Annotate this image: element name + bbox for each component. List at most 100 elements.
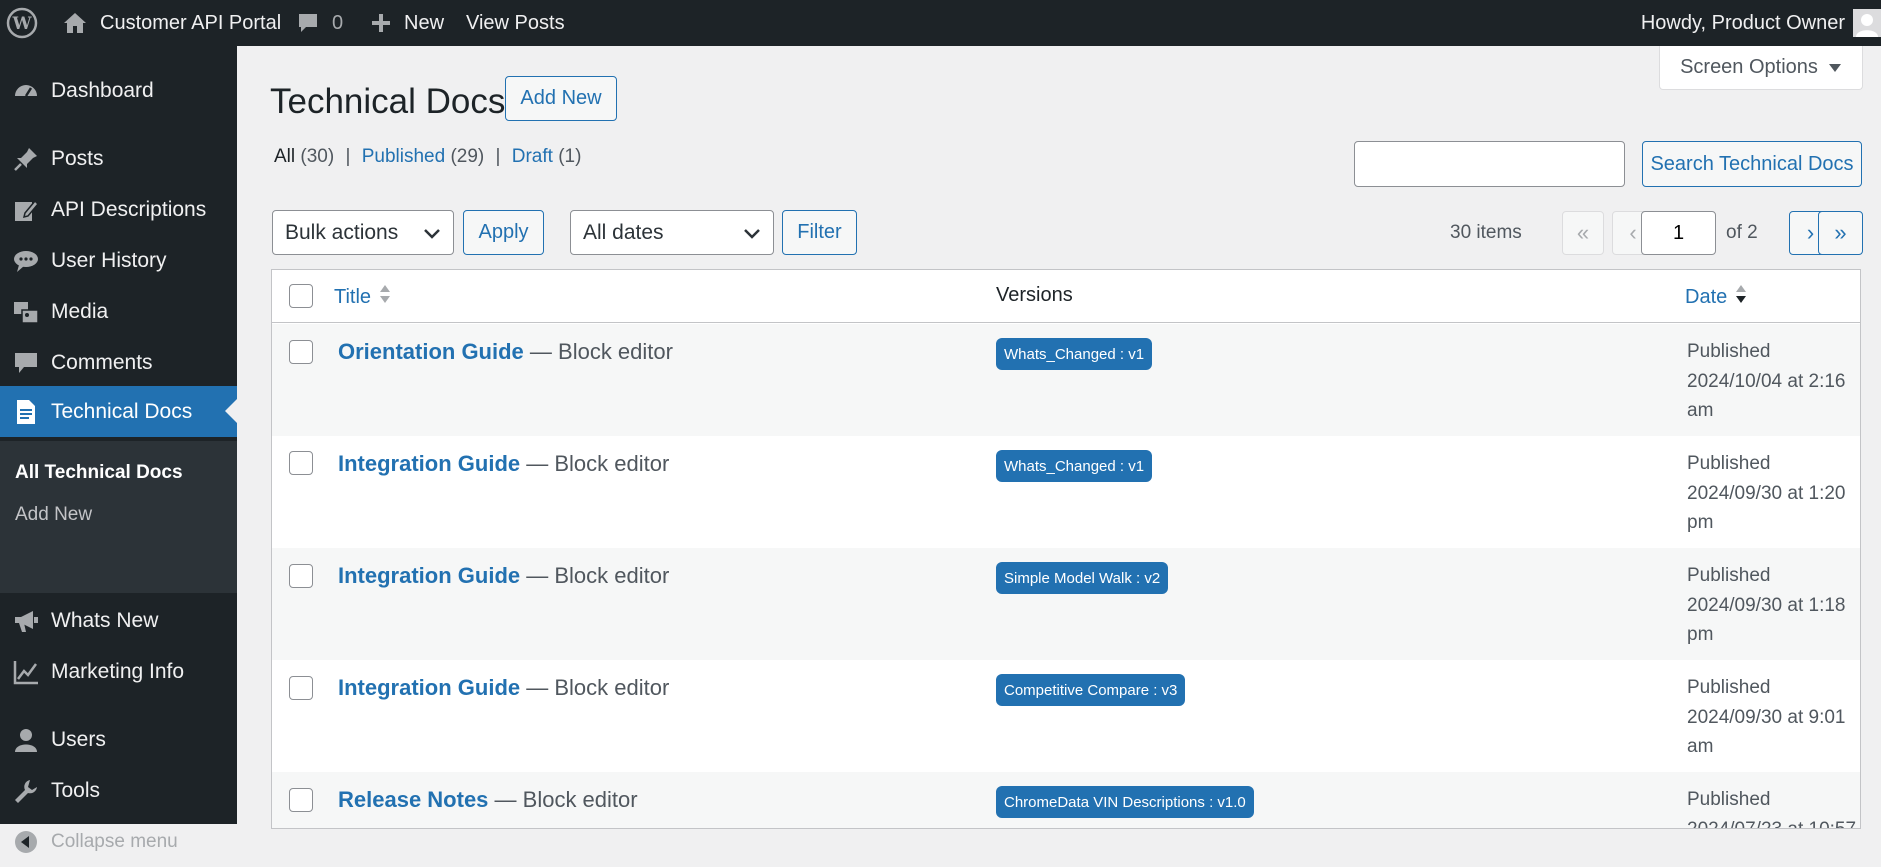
search-button[interactable]: Search Technical Docs [1642, 141, 1862, 187]
site-home-link[interactable]: Customer API Portal [62, 0, 281, 46]
title-header-label: Title [334, 285, 372, 308]
first-page-button[interactable]: « [1562, 211, 1604, 255]
column-versions-header: Versions [996, 284, 1073, 306]
table-header: Title Versions Date [272, 270, 1860, 323]
collapse-menu-label: Collapse menu [51, 830, 178, 852]
row-checkbox[interactable] [289, 340, 313, 364]
sort-icon [379, 284, 391, 310]
filter-published[interactable]: Published (29) [362, 146, 485, 167]
dates-select[interactable]: All dates [570, 210, 774, 255]
sidebar-item-comments[interactable]: Comments [0, 337, 237, 388]
apply-button[interactable]: Apply [463, 210, 544, 255]
row-date-cell: Published 2024/07/23 at 10:57 [1687, 785, 1857, 829]
view-posts-link[interactable]: View Posts [466, 0, 565, 46]
row-title-link[interactable]: Release Notes [338, 787, 488, 812]
document-icon [12, 398, 40, 426]
sidebar-item-api-descriptions[interactable]: API Descriptions [0, 184, 237, 235]
filter-button[interactable]: Filter [782, 210, 857, 255]
filter-draft[interactable]: Draft (1) [512, 146, 582, 167]
comments-link[interactable]: 0 [296, 0, 343, 46]
screen-options-button[interactable]: Screen Options [1659, 46, 1863, 90]
page-title: Technical Docs [270, 82, 506, 121]
table-row: Integration Guide — Block editor Whats_C… [272, 436, 1860, 548]
filter-separator: | [345, 146, 351, 167]
row-date-cell: Published 2024/09/30 at 1:20 pm [1687, 449, 1857, 538]
comments-icon [12, 247, 40, 275]
sidebar-item-label: Media [51, 299, 109, 323]
sidebar-item-user-history[interactable]: User History [0, 235, 237, 286]
sidebar-item-users[interactable]: Users [0, 714, 237, 765]
row-title-suffix: — Block editor [520, 675, 670, 700]
sidebar-item-label: User History [51, 248, 167, 272]
chevron-down-icon [423, 221, 441, 245]
row-status: Published [1687, 565, 1771, 586]
sidebar-item-technical-docs[interactable]: Technical Docs [0, 386, 237, 437]
caret-down-icon [1828, 56, 1842, 79]
column-date-header[interactable]: Date [1685, 284, 1747, 310]
row-title-cell: Integration Guide — Block editor [338, 563, 669, 589]
row-title-link[interactable]: Orientation Guide [338, 339, 524, 364]
dates-value: All dates [583, 220, 664, 244]
row-checkbox[interactable] [289, 676, 313, 700]
row-checkbox[interactable] [289, 788, 313, 812]
account-menu[interactable]: Howdy, Product Owner [1641, 0, 1881, 46]
version-badge: Competitive Compare : v3 [996, 674, 1186, 706]
plus-icon [370, 12, 392, 34]
home-icon [62, 11, 88, 35]
column-title-header[interactable]: Title [334, 284, 391, 310]
row-date-cell: Published 2024/09/30 at 1:18 pm [1687, 561, 1857, 650]
row-title-link[interactable]: Integration Guide [338, 563, 520, 588]
row-title-cell: Release Notes — Block editor [338, 787, 638, 813]
row-status: Published [1687, 677, 1771, 698]
megaphone-icon [12, 607, 40, 635]
sidebar-item-tools[interactable]: Tools [0, 765, 237, 816]
edit-icon [12, 196, 40, 224]
pin-icon [12, 145, 40, 173]
sidebar-item-label: Marketing Info [51, 659, 185, 683]
total-pages: of 2 [1726, 222, 1758, 243]
media-icon [12, 298, 40, 326]
row-title-link[interactable]: Integration Guide [338, 451, 520, 476]
row-date: 2024/07/23 at 10:57 [1687, 818, 1857, 829]
version-badge: Whats_Changed : v1 [996, 450, 1153, 482]
submenu-add-new[interactable]: Add New [15, 504, 92, 526]
wordpress-logo-icon[interactable]: W [6, 0, 38, 46]
row-status: Published [1687, 341, 1771, 362]
current-page-input[interactable] [1641, 211, 1716, 255]
date-header-label: Date [1685, 285, 1728, 308]
submenu-all-technical-docs[interactable]: All Technical Docs [15, 462, 183, 484]
row-date: 2024/09/30 at 1:20 pm [1687, 482, 1846, 534]
last-page-button[interactable]: » [1818, 211, 1863, 255]
sidebar-item-label: Whats New [51, 608, 159, 632]
collapse-icon [12, 828, 40, 856]
dashboard-icon [12, 77, 40, 105]
row-title-suffix: — Block editor [488, 787, 638, 812]
sidebar-item-label: Posts [51, 146, 104, 170]
version-badge: Whats_Changed : v1 [996, 338, 1153, 370]
sidebar-item-dashboard[interactable]: Dashboard [0, 65, 237, 116]
sidebar-item-marketing-info[interactable]: Marketing Info [0, 646, 237, 697]
version-badge: Simple Model Walk : v2 [996, 562, 1169, 594]
sidebar-item-whats-new[interactable]: Whats New [0, 595, 237, 646]
search-input[interactable] [1354, 141, 1625, 187]
filter-all[interactable]: All (30) [274, 146, 334, 167]
row-title-link[interactable]: Integration Guide [338, 675, 520, 700]
sidebar-item-label: Tools [51, 778, 101, 802]
new-content-link[interactable]: New [370, 0, 444, 46]
select-all-checkbox[interactable] [289, 284, 313, 308]
comments-count: 0 [332, 11, 344, 34]
new-label: New [404, 11, 445, 34]
row-title-suffix: — Block editor [520, 451, 670, 476]
row-checkbox[interactable] [289, 564, 313, 588]
sidebar-item-media[interactable]: Media [0, 286, 237, 337]
row-checkbox[interactable] [289, 451, 313, 475]
comment-bubble-icon [296, 11, 320, 35]
row-status: Published [1687, 453, 1771, 474]
add-new-button[interactable]: Add New [505, 76, 617, 121]
sidebar-item-label: Comments [51, 350, 153, 374]
users-icon [12, 726, 40, 754]
sort-desc-icon [1735, 284, 1747, 310]
sidebar-item-posts[interactable]: Posts [0, 133, 237, 184]
bulk-actions-select[interactable]: Bulk actions [272, 210, 454, 255]
status-filters: All (30) | Published (29) | Draft (1) [274, 146, 581, 168]
